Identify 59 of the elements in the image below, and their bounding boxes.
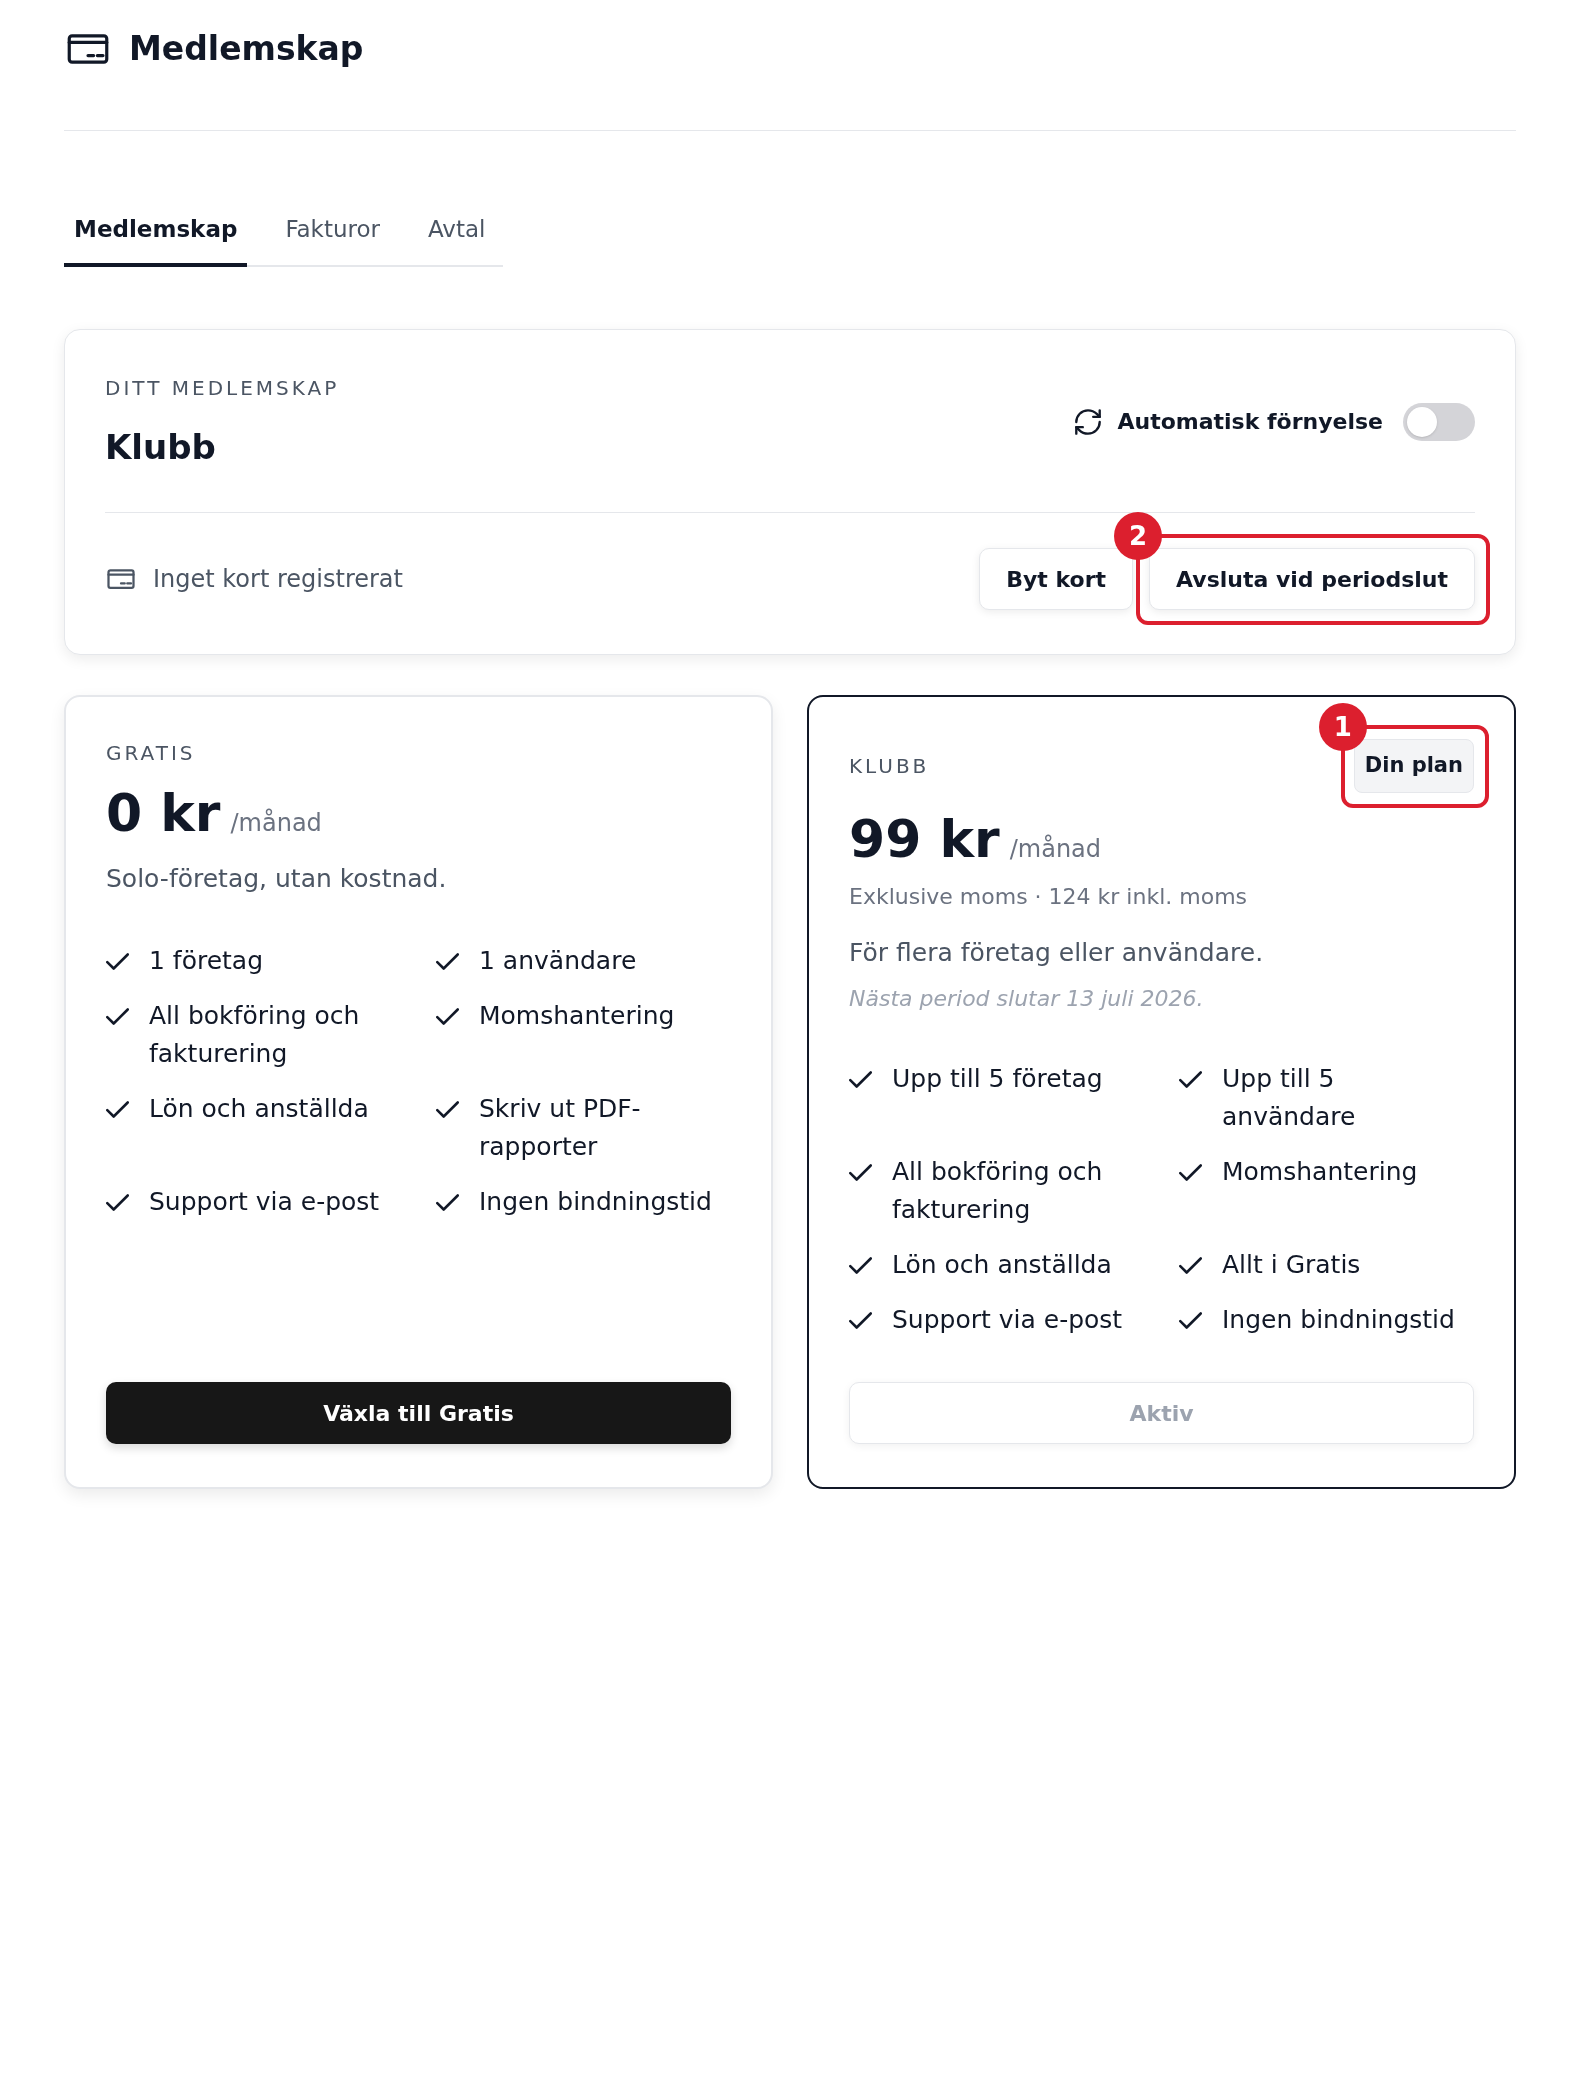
check-icon <box>106 1008 129 1025</box>
plan-action-button[interactable]: Växla till Gratis <box>106 1382 731 1444</box>
check-icon <box>106 1194 129 1211</box>
feature-text: Ingen bindningstid <box>1222 1304 1455 1336</box>
tab[interactable]: Avtal <box>418 213 496 267</box>
feature-text: Lön och anställda <box>149 1093 369 1125</box>
feature-text: Momshantering <box>1222 1156 1418 1188</box>
feature-text: Momshantering <box>479 1000 675 1032</box>
check-icon <box>849 1164 872 1181</box>
feature-text: 1 användare <box>479 945 637 977</box>
renewal-note: Nästa period slutar 13 juli 2026. <box>849 985 1205 1013</box>
plan-title: GRATIS <box>106 740 196 767</box>
check-icon <box>849 1071 872 1088</box>
feature-text: Support via e-post <box>149 1186 380 1218</box>
feature-text: All bokföring och fakturering <box>892 1156 1104 1226</box>
feature-text: Skriv ut PDF-rapporter <box>479 1093 642 1163</box>
tab[interactable]: Fakturor <box>275 213 390 267</box>
plan-name: Klubb <box>105 426 217 469</box>
card-status-text: Inget kort registrerat <box>153 564 403 595</box>
feature-text: 1 företag <box>149 945 264 977</box>
feature-text: Upp till 5 användare <box>1222 1063 1357 1133</box>
vat-note: Exklusive moms · 124 kr inkl. moms <box>849 883 1249 911</box>
plan-status-badge: Din plan <box>1353 739 1474 793</box>
check-icon <box>849 1312 872 1329</box>
plan-description: För flera företag eller användare. <box>849 937 1265 969</box>
price-period: /månad <box>230 807 322 839</box>
price-text: 0 kr <box>106 787 221 839</box>
tab[interactable]: Medlemskap <box>64 213 248 267</box>
price-period: /månad <box>1009 833 1102 865</box>
check-icon <box>1179 1071 1202 1088</box>
action-button[interactable]: Byt kort <box>979 548 1134 610</box>
page-title: Medlemskap <box>129 28 364 70</box>
check-icon <box>436 1008 459 1025</box>
feature-text: Upp till 5 företag <box>892 1063 1103 1095</box>
check-icon <box>436 1101 459 1118</box>
check-icon <box>436 1194 459 1211</box>
check-icon <box>1179 1164 1202 1181</box>
feature-text: All bokföring och fakturering <box>149 1000 361 1070</box>
check-icon <box>436 953 459 970</box>
card-icon <box>67 34 109 64</box>
feature-text: Allt i Gratis <box>1222 1249 1361 1281</box>
check-icon <box>1179 1312 1202 1329</box>
check-icon <box>1179 1257 1202 1274</box>
auto-renewal-label: Automatisk förnyelse <box>1117 407 1383 436</box>
toggle-switch[interactable] <box>1403 402 1475 441</box>
price-text: 99 kr <box>849 813 1000 865</box>
feature-text: Support via e-post <box>892 1304 1123 1336</box>
callout-number: 1 <box>1318 703 1367 751</box>
section-label: DITT MEDLEMSKAP <box>105 375 340 402</box>
check-icon <box>849 1257 872 1274</box>
refresh-icon <box>1075 408 1102 435</box>
plan-title: KLUBB <box>849 753 930 780</box>
action-button[interactable]: Avsluta vid periodslut <box>1149 548 1475 610</box>
check-icon <box>106 953 129 970</box>
check-icon <box>106 1101 129 1118</box>
card-icon <box>107 569 135 589</box>
plan-description: Solo-företag, utan kostnad. <box>106 863 448 895</box>
feature-text: Ingen bindningstid <box>479 1186 712 1218</box>
feature-text: Lön och anställda <box>892 1249 1112 1281</box>
